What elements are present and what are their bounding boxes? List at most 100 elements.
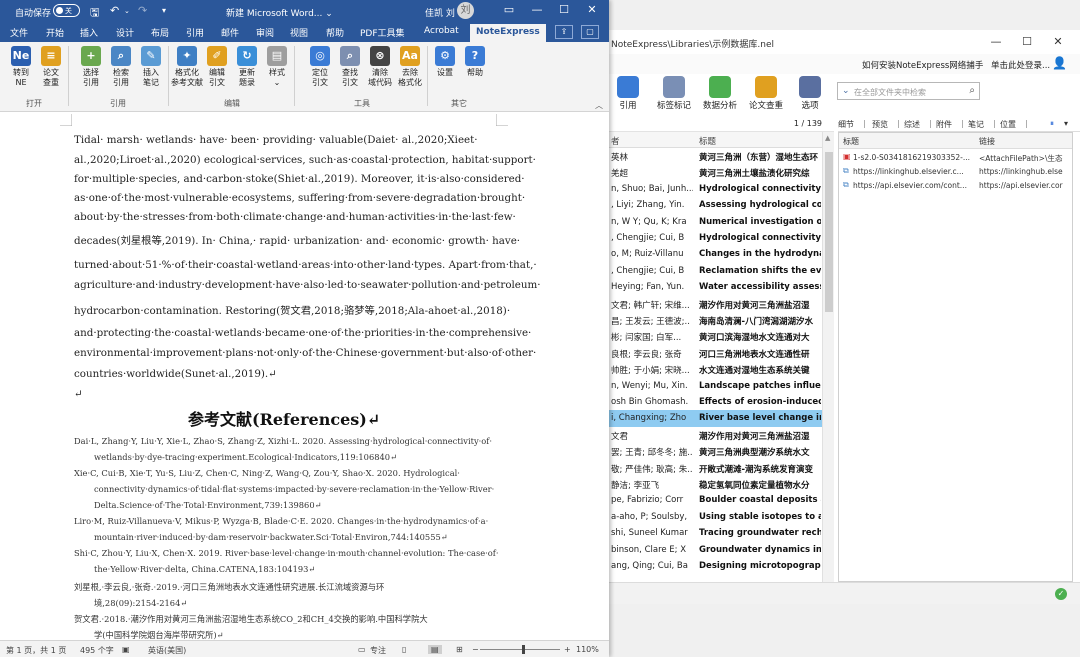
- redo-icon[interactable]: ↷: [138, 4, 147, 17]
- tab-4[interactable]: 布局: [151, 26, 169, 39]
- minimize-button[interactable]: —: [526, 3, 548, 16]
- table-row[interactable]: pe, Fabrizio; Corr Boulder coastal deposi…: [609, 492, 822, 508]
- ne-install-help-link[interactable]: 如何安装NoteExpress网络捕手: [862, 59, 983, 71]
- tab-menu-icon[interactable]: ▾: [1064, 119, 1068, 128]
- comments-icon[interactable]: ▢: [581, 25, 599, 39]
- proofing-icon[interactable]: ▣: [122, 645, 130, 654]
- tab-10[interactable]: PDF工具集: [360, 26, 405, 39]
- tab-0[interactable]: 文件: [10, 26, 28, 39]
- table-row[interactable]: a-aho, P; Soulsby, Using stable isotopes …: [609, 509, 822, 525]
- ribbon-display-icon[interactable]: ▭: [498, 3, 520, 16]
- language[interactable]: 英语(美国): [148, 645, 186, 656]
- table-row[interactable]: i, Changxing; Zho River base level change…: [609, 410, 822, 427]
- zoom-slider[interactable]: [480, 645, 560, 654]
- zoom-level[interactable]: 110%: [576, 645, 599, 654]
- undo-icon[interactable]: ↶: [110, 4, 119, 17]
- save-icon[interactable]: 🖫: [90, 4, 99, 23]
- tab-2[interactable]: 插入: [80, 26, 98, 39]
- table-row[interactable]: , Chengjie; Cui, B Reclamation shifts the…: [609, 263, 822, 279]
- refresh-button[interactable]: ↻ 更新 题录: [230, 46, 264, 87]
- ne-col-author[interactable]: 者: [611, 135, 620, 147]
- share-icon[interactable]: ⇪: [555, 25, 573, 39]
- tab-12[interactable]: NoteExpress: [470, 24, 546, 42]
- document-title[interactable]: 新建 Microsoft Word... ⌄: [226, 6, 333, 19]
- help-button[interactable]: ? 帮助: [458, 46, 492, 78]
- collapse-ribbon-icon[interactable]: ︿: [595, 100, 603, 111]
- table-row[interactable]: ang, Qing; Cui, Ba Designing microtopogra…: [609, 558, 822, 574]
- table-row[interactable]: shi, Suneel Kumar Tracing groundwater rec…: [609, 525, 822, 541]
- search-icon[interactable]: ⌕: [969, 85, 975, 96]
- style-button[interactable]: ▤ 样式 ⌄: [260, 46, 294, 87]
- user-icon[interactable]: 👤: [1052, 56, 1067, 70]
- close-button[interactable]: ✕: [581, 3, 603, 16]
- references-heading[interactable]: 参考文献(References)↵: [188, 406, 380, 430]
- table-row[interactable]: 罢; 王青; 邱冬冬; 施.. 黄河三角洲典型潮汐系统水文: [609, 443, 822, 459]
- undo-dropdown-icon[interactable]: ⌄: [124, 7, 130, 15]
- table-row[interactable]: 帅胜; 于小娟; 宋晓... 水文连通对湿地生态系统关键: [609, 361, 822, 377]
- zoom-out-icon[interactable]: −: [472, 645, 479, 654]
- insert-note-button[interactable]: ✎ 插入 笔记: [134, 46, 168, 87]
- focus-label[interactable]: 专注: [370, 645, 386, 656]
- table-row[interactable]: binson, Clare E; X Groundwater dynamics i…: [609, 542, 822, 558]
- pin-icon[interactable]: ⏸: [1050, 119, 1054, 129]
- print-layout-icon[interactable]: ▤: [428, 645, 442, 654]
- ne-list-scrollbar[interactable]: ▲ ▼: [822, 132, 834, 600]
- word-count[interactable]: 495 个字: [80, 645, 114, 656]
- tab-11[interactable]: Acrobat: [424, 26, 459, 36]
- table-row[interactable]: 敬; 严佳伟; 耿高; 朱.. 开敞式潮滩-潮沟系统发育演变: [609, 460, 822, 476]
- table-row[interactable]: 文君 潮汐作用对黄河三角洲盐沼湿: [609, 427, 822, 443]
- tab-5[interactable]: 引用: [186, 26, 204, 39]
- attach-col-link[interactable]: 链接: [979, 136, 995, 147]
- zoom-in-icon[interactable]: +: [564, 645, 571, 654]
- tab-6[interactable]: 邮件: [221, 26, 239, 39]
- table-row[interactable]: Heying; Fan, Yun. Water accessibility ass…: [609, 279, 822, 295]
- tab-3[interactable]: 附件: [936, 119, 952, 130]
- ne-button[interactable]: Ne 转到 NE: [4, 46, 38, 87]
- select-cite-button[interactable]: + 选择 引用: [74, 46, 108, 87]
- avatar[interactable]: 刘: [457, 2, 474, 19]
- table-row[interactable]: n, W Y; Qu, K; Kra Numerical investigatio…: [609, 214, 822, 230]
- table-row[interactable]: , Chengjie; Cui, B Hydrological connectiv…: [609, 230, 822, 246]
- tab-9[interactable]: 帮助: [326, 26, 344, 39]
- maximize-button[interactable]: ☐: [553, 3, 575, 16]
- autosave-toggle[interactable]: 关: [53, 4, 80, 17]
- dropdown-icon[interactable]: ⌄: [842, 86, 850, 96]
- zoom-slider-knob[interactable]: [522, 645, 525, 654]
- table-row[interactable]: n, Shuo; Bai, Junh... Hydrological connec…: [609, 181, 822, 197]
- table-row[interactable]: 羌超 黄河三角洲土壤盐渍化研究综: [609, 164, 822, 180]
- ne-login-link[interactable]: 单击此处登录...: [991, 59, 1050, 71]
- table-row[interactable]: 文君; 韩广轩; 宋维... 潮汐作用对黄河三角洲盐沼湿: [609, 296, 822, 312]
- tab-2[interactable]: 综述: [904, 119, 920, 130]
- table-row[interactable]: 英林 黄河三角洲（东营）湿地生态环: [609, 148, 822, 164]
- attachment-row[interactable]: ⧉ https://api.elsevier.com/cont... https:/…: [839, 179, 1072, 192]
- web-layout-icon[interactable]: ⊞: [456, 645, 463, 654]
- find-cite-button[interactable]: ⌕ 查找 引文: [333, 46, 367, 87]
- table-row[interactable]: 静洁; 李亚飞 稳定氢氧同位素定量植物水分: [609, 476, 822, 492]
- ne-search-input[interactable]: ⌄ 在全部文件夹中检索 ⌕: [837, 82, 980, 100]
- table-row[interactable]: 昌; 王发云; 王德波;.. 海南岛清澜-八门湾潟湖湖汐水: [609, 312, 822, 328]
- table-row[interactable]: , Liyi; Zhang, Yin. Assessing hydrologica…: [609, 197, 822, 213]
- ne-close-button[interactable]: ✕: [1043, 33, 1073, 51]
- attachment-row[interactable]: ▣ 1-s2.0-S0341816219303352-... <AttachFile…: [839, 151, 1072, 164]
- locate-button[interactable]: ◎ 定位 引文: [303, 46, 337, 87]
- ne-options-button[interactable]: 选项: [783, 76, 837, 111]
- table-row[interactable]: 彬; 闫家国; 白军... 黄河口滨海湿地水文连通对大: [609, 328, 822, 344]
- focus-icon[interactable]: ▭: [358, 645, 366, 654]
- format-button[interactable]: ✦ 格式化 参考文献: [170, 46, 204, 87]
- clear-field-button[interactable]: ⊗ 清除 域代码: [363, 46, 397, 87]
- ne-col-title[interactable]: 标题: [699, 135, 716, 147]
- tab-8[interactable]: 视图: [290, 26, 308, 39]
- tab-1[interactable]: 开始: [46, 26, 64, 39]
- read-mode-icon[interactable]: ▯: [402, 645, 406, 654]
- scroll-thumb[interactable]: [825, 152, 833, 312]
- table-row[interactable]: 良根; 李云良; 张奇 河口三角洲地表水文连通性研: [609, 345, 822, 361]
- remove-format-button[interactable]: Aa 去除 格式化: [393, 46, 427, 87]
- settings-button[interactable]: ⚙ 设置: [428, 46, 462, 78]
- tab-5[interactable]: 位置: [1000, 119, 1016, 130]
- ne-minimize-button[interactable]: —: [981, 33, 1011, 51]
- page-count[interactable]: 第 1 页，共 1 页: [6, 645, 66, 656]
- tab-1[interactable]: 预览: [872, 119, 888, 130]
- check-doc-button[interactable]: ≡ 论文 查重: [34, 46, 68, 87]
- tab-0[interactable]: 细节: [838, 119, 854, 130]
- ne-maximize-button[interactable]: ☐: [1012, 33, 1042, 51]
